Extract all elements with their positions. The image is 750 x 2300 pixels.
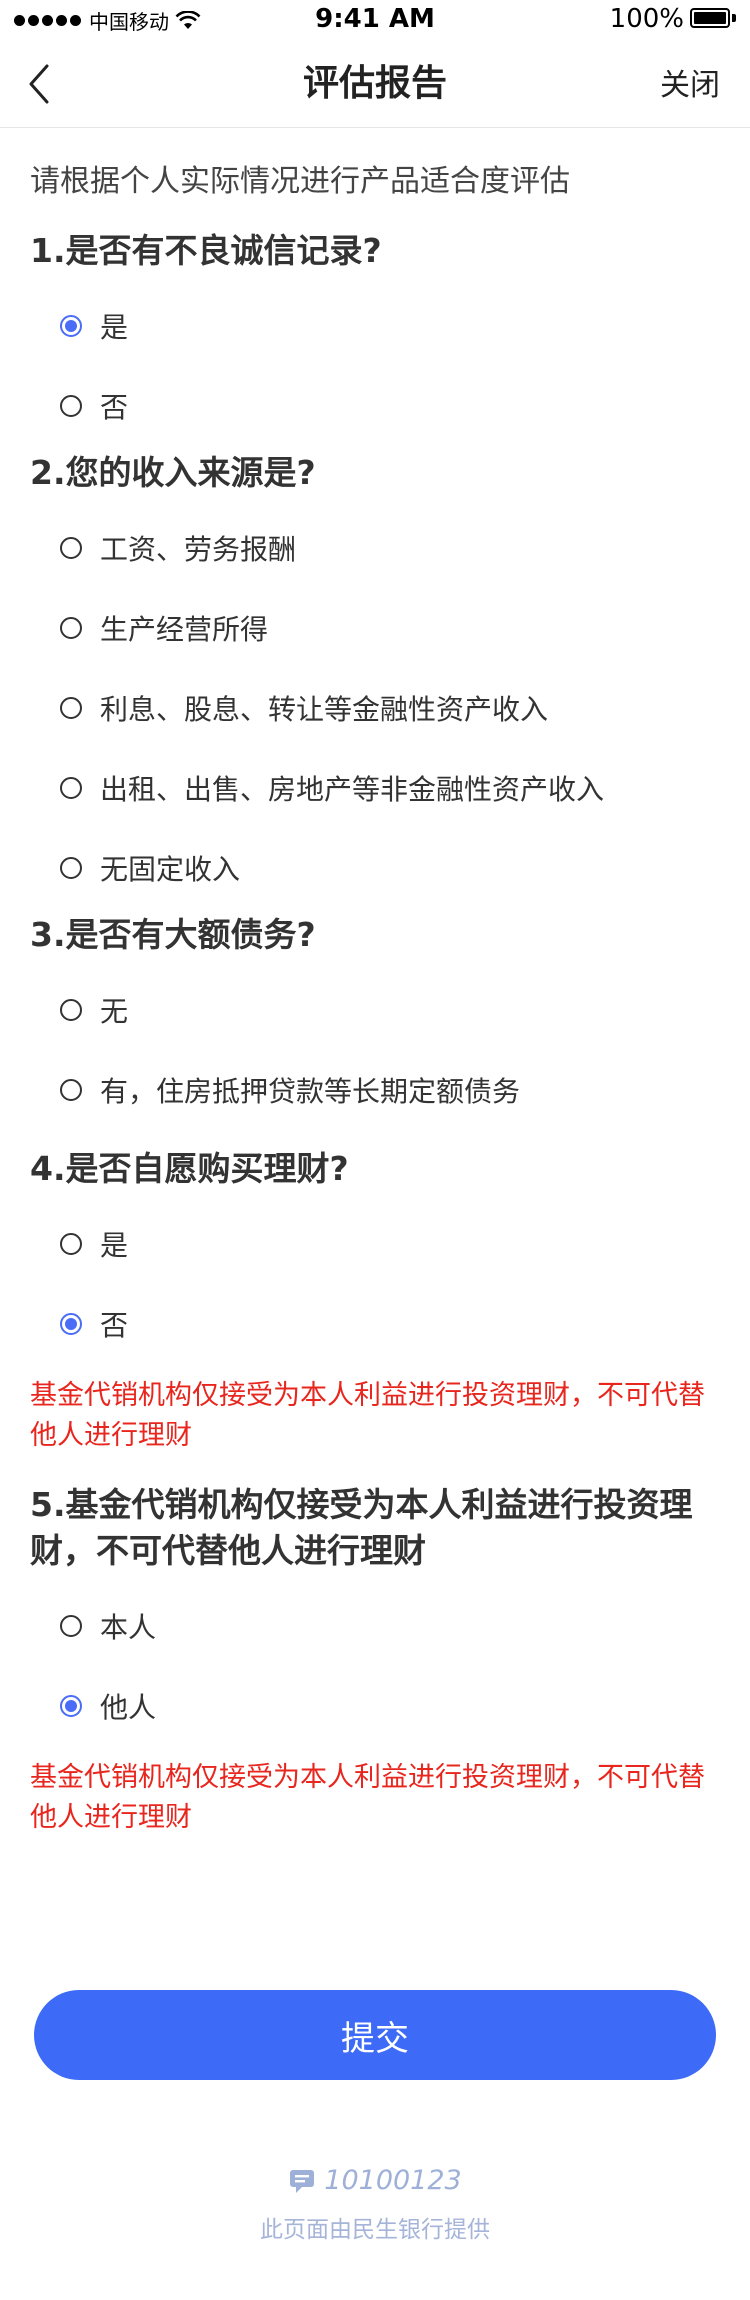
question-title: 1.是否有不良诚信记录? [30,231,382,270]
question-title: 4.是否自愿购买理财? [30,1149,349,1188]
option-q3-mortgage[interactable]: 有，住房抵押贷款等长期定额债务 [30,1050,730,1130]
option-label: 无固定收入 [100,853,241,886]
option-q5-others[interactable]: 他人 [30,1666,730,1746]
battery-icon [690,8,736,30]
footer-code: 10100123 [324,2165,462,2196]
option-label: 他人 [100,1691,157,1724]
radio-icon[interactable] [60,777,82,799]
radio-icon[interactable] [60,537,82,559]
footer-note: 此页面由民生银行提供 [260,2217,490,2243]
radio-checked-icon[interactable] [60,1313,82,1335]
option-q2-financial-assets[interactable]: 利息、股息、转让等金融性资产收入 [30,668,730,748]
option-q4-yes[interactable]: 是 [30,1204,730,1284]
question-title: 5.基金代销机构仅接受为本人利益进行投资理财，不可代替他人进行理财 [30,1485,693,1570]
option-q2-real-estate[interactable]: 出租、出售、房地产等非金融性资产收入 [30,748,730,828]
battery-percent: 100% [609,4,684,34]
warning-text: 基金代销机构仅接受为本人利益进行投资理财，不可代替他人进行理财 [30,1380,705,1451]
option-q2-no-income[interactable]: 无固定收入 [30,828,730,908]
option-q1-yes[interactable]: 是 [30,286,730,366]
option-label: 无 [100,995,129,1028]
close-button[interactable]: 关闭 [660,60,720,104]
radio-icon[interactable] [60,395,82,417]
question-2: 2.您的收入来源是? 工资、劳务报酬 生产经营所得 利息、股息、转让等金融性资产… [30,450,730,908]
status-bar: 中国移动 9:41 AM 100% [0,0,750,40]
intro-text: 请根据个人实际情况进行产品适合度评估 [30,164,570,199]
chat-bubble-icon [290,2169,315,2193]
warning-text: 基金代销机构仅接受为本人利益进行投资理财，不可代替他人进行理财 [30,1762,705,1833]
radio-icon[interactable] [60,1079,82,1101]
option-label: 否 [100,1309,129,1342]
radio-icon[interactable] [60,999,82,1021]
option-label: 是 [100,1229,129,1262]
option-label: 是 [100,311,129,344]
option-q4-no[interactable]: 否 [30,1284,730,1364]
question-title: 2.您的收入来源是? [30,453,316,492]
page: 中国移动 9:41 AM 100% 评估报告 关闭 请根据个人实际情况进行产品适… [0,0,750,2300]
status-right: 100% [610,4,736,34]
option-label: 出租、出售、房地产等非金融性资产收入 [100,773,605,806]
assessment-form: 请根据个人实际情况进行产品适合度评估 1.是否有不良诚信记录? 是 否 2.您的… [30,128,730,1838]
question-1: 1.是否有不良诚信记录? 是 否 [30,228,730,446]
nav-bar: 评估报告 关闭 [0,40,750,128]
option-label: 利息、股息、转让等金融性资产收入 [100,693,549,726]
page-title: 评估报告 [302,63,447,104]
option-q2-salary[interactable]: 工资、劳务报酬 [30,508,730,588]
radio-icon[interactable] [60,857,82,879]
option-label: 有，住房抵押贷款等长期定额债务 [100,1075,521,1108]
option-q2-business[interactable]: 生产经营所得 [30,588,730,668]
radio-checked-icon[interactable] [60,315,82,337]
radio-icon[interactable] [60,697,82,719]
question-title: 3.是否有大额债务? [30,915,316,954]
radio-checked-icon[interactable] [60,1695,82,1717]
question-3: 3.是否有大额债务? 无 有，住房抵押贷款等长期定额债务 [30,912,730,1130]
option-q5-self[interactable]: 本人 [30,1586,730,1666]
submit-button[interactable]: 提交 [34,1990,716,2080]
radio-icon[interactable] [60,1233,82,1255]
option-label: 本人 [100,1611,157,1644]
footer-code-row: 10100123 [0,2165,750,2196]
radio-icon[interactable] [60,617,82,639]
question-5: 5.基金代销机构仅接受为本人利益进行投资理财，不可代替他人进行理财 本人 他人 … [30,1482,730,1838]
option-q1-no[interactable]: 否 [30,366,730,446]
option-label: 否 [100,391,129,424]
radio-icon[interactable] [60,1615,82,1637]
option-label: 工资、劳务报酬 [100,533,297,566]
question-4: 4.是否自愿购买理财? 是 否 基金代销机构仅接受为本人利益进行投资理财，不可代… [30,1146,730,1456]
footer: 10100123 此页面由民生银行提供 [0,2165,750,2244]
option-label: 生产经营所得 [100,613,269,646]
option-q3-none[interactable]: 无 [30,970,730,1050]
